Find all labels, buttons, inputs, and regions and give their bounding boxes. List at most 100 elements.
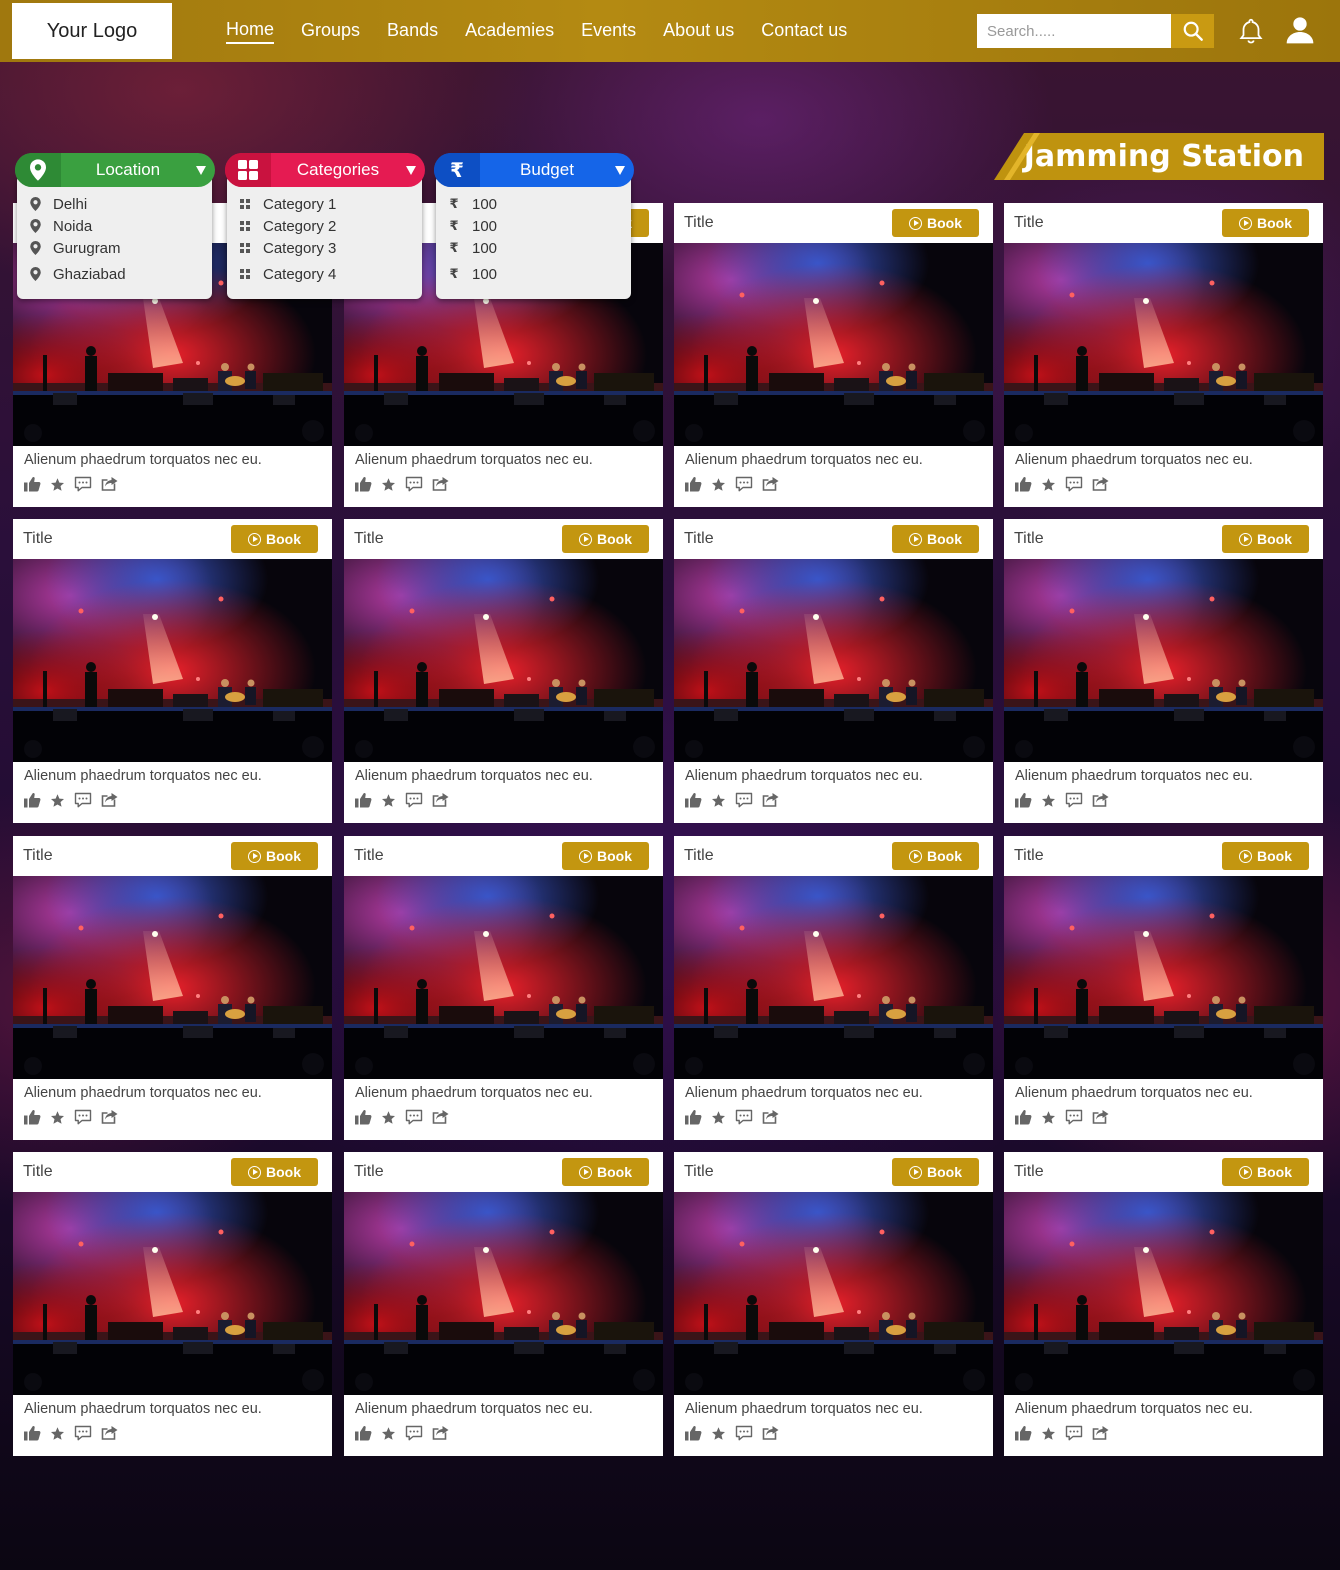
event-card[interactable]: Title Book bbox=[674, 1152, 993, 1456]
event-card[interactable]: Title Book bbox=[13, 1152, 332, 1456]
thumbs-up-icon[interactable] bbox=[355, 1425, 372, 1441]
nav-about-us[interactable]: About us bbox=[663, 20, 734, 43]
bell-icon[interactable] bbox=[1236, 16, 1266, 46]
star-icon[interactable] bbox=[711, 1426, 726, 1441]
event-card[interactable]: Title Book bbox=[344, 1152, 663, 1456]
concert-image[interactable] bbox=[344, 559, 663, 762]
thumbs-up-icon[interactable] bbox=[24, 1109, 41, 1125]
star-icon[interactable] bbox=[1041, 477, 1056, 492]
comment-icon[interactable] bbox=[735, 476, 753, 492]
star-icon[interactable] bbox=[711, 477, 726, 492]
nav-academies[interactable]: Academies bbox=[465, 20, 554, 43]
star-icon[interactable] bbox=[1041, 1426, 1056, 1441]
comment-icon[interactable] bbox=[735, 1425, 753, 1441]
thumbs-up-icon[interactable] bbox=[1015, 792, 1032, 808]
event-card[interactable]: Title Book bbox=[674, 836, 993, 1140]
thumbs-up-icon[interactable] bbox=[1015, 1425, 1032, 1441]
concert-image[interactable] bbox=[13, 876, 332, 1079]
concert-image[interactable] bbox=[674, 243, 993, 446]
category-option[interactable]: Category 1 bbox=[227, 193, 422, 215]
comment-icon[interactable] bbox=[735, 1109, 753, 1125]
book-button[interactable]: Book bbox=[892, 1158, 979, 1186]
comment-icon[interactable] bbox=[405, 1425, 423, 1441]
concert-image[interactable] bbox=[13, 559, 332, 762]
comment-icon[interactable] bbox=[74, 1425, 92, 1441]
event-card[interactable]: Title Book bbox=[1004, 836, 1323, 1140]
nav-home[interactable]: Home bbox=[226, 19, 275, 44]
comment-icon[interactable] bbox=[405, 476, 423, 492]
share-icon[interactable] bbox=[101, 1425, 119, 1441]
star-icon[interactable] bbox=[50, 1110, 65, 1125]
share-icon[interactable] bbox=[432, 1425, 450, 1441]
event-card[interactable]: Title Book bbox=[674, 203, 993, 507]
thumbs-up-icon[interactable] bbox=[685, 792, 702, 808]
star-icon[interactable] bbox=[50, 1426, 65, 1441]
thumbs-up-icon[interactable] bbox=[24, 792, 41, 808]
star-icon[interactable] bbox=[50, 477, 65, 492]
event-card[interactable]: Title Book bbox=[1004, 519, 1323, 823]
comment-icon[interactable] bbox=[1065, 1109, 1083, 1125]
star-icon[interactable] bbox=[381, 1110, 396, 1125]
book-button[interactable]: Book bbox=[1222, 525, 1309, 553]
comment-icon[interactable] bbox=[74, 476, 92, 492]
share-icon[interactable] bbox=[1092, 1109, 1110, 1125]
comment-icon[interactable] bbox=[74, 792, 92, 808]
thumbs-up-icon[interactable] bbox=[685, 1109, 702, 1125]
book-button[interactable]: Book bbox=[562, 842, 649, 870]
concert-image[interactable] bbox=[674, 876, 993, 1079]
event-card[interactable]: Title Book bbox=[1004, 1152, 1323, 1456]
share-icon[interactable] bbox=[762, 792, 780, 808]
share-icon[interactable] bbox=[101, 476, 119, 492]
category-option[interactable]: Category 4 bbox=[227, 263, 422, 285]
book-button[interactable]: Book bbox=[231, 1158, 318, 1186]
location-option[interactable]: Delhi bbox=[17, 193, 212, 215]
event-card[interactable]: Title Book bbox=[13, 836, 332, 1140]
location-option[interactable]: Gurugram bbox=[17, 237, 212, 259]
comment-icon[interactable] bbox=[74, 1109, 92, 1125]
star-icon[interactable] bbox=[381, 477, 396, 492]
book-button[interactable]: Book bbox=[562, 525, 649, 553]
concert-image[interactable] bbox=[674, 1192, 993, 1395]
nav-events[interactable]: Events bbox=[581, 20, 636, 43]
share-icon[interactable] bbox=[1092, 792, 1110, 808]
thumbs-up-icon[interactable] bbox=[685, 1425, 702, 1441]
thumbs-up-icon[interactable] bbox=[685, 476, 702, 492]
star-icon[interactable] bbox=[711, 793, 726, 808]
concert-image[interactable] bbox=[1004, 1192, 1323, 1395]
share-icon[interactable] bbox=[432, 1109, 450, 1125]
budget-option[interactable]: ₹ 100 bbox=[436, 215, 631, 237]
comment-icon[interactable] bbox=[1065, 476, 1083, 492]
thumbs-up-icon[interactable] bbox=[355, 792, 372, 808]
book-button[interactable]: Book bbox=[231, 525, 318, 553]
concert-image[interactable] bbox=[13, 1192, 332, 1395]
star-icon[interactable] bbox=[1041, 1110, 1056, 1125]
budget-option[interactable]: ₹ 100 bbox=[436, 193, 631, 215]
share-icon[interactable] bbox=[1092, 476, 1110, 492]
event-card[interactable]: Title Book bbox=[344, 836, 663, 1140]
event-card[interactable]: Title Book bbox=[1004, 203, 1323, 507]
share-icon[interactable] bbox=[762, 476, 780, 492]
concert-image[interactable] bbox=[1004, 243, 1323, 446]
book-button[interactable]: Book bbox=[1222, 209, 1309, 237]
share-icon[interactable] bbox=[101, 1109, 119, 1125]
thumbs-up-icon[interactable] bbox=[355, 1109, 372, 1125]
location-option[interactable]: Ghaziabad bbox=[17, 263, 212, 285]
concert-image[interactable] bbox=[674, 559, 993, 762]
concert-image[interactable] bbox=[344, 1192, 663, 1395]
share-icon[interactable] bbox=[432, 476, 450, 492]
share-icon[interactable] bbox=[101, 792, 119, 808]
share-icon[interactable] bbox=[1092, 1425, 1110, 1441]
book-button[interactable]: Book bbox=[892, 209, 979, 237]
thumbs-up-icon[interactable] bbox=[355, 476, 372, 492]
budget-dropdown-button[interactable]: ₹ Budget bbox=[434, 153, 634, 187]
share-icon[interactable] bbox=[762, 1425, 780, 1441]
thumbs-up-icon[interactable] bbox=[1015, 476, 1032, 492]
category-option[interactable]: Category 3 bbox=[227, 237, 422, 259]
event-card[interactable]: Title Book bbox=[13, 519, 332, 823]
concert-image[interactable] bbox=[344, 876, 663, 1079]
concert-image[interactable] bbox=[1004, 559, 1323, 762]
nav-bands[interactable]: Bands bbox=[387, 20, 438, 43]
budget-option[interactable]: ₹ 100 bbox=[436, 237, 631, 259]
user-icon[interactable] bbox=[1284, 14, 1316, 46]
thumbs-up-icon[interactable] bbox=[24, 476, 41, 492]
